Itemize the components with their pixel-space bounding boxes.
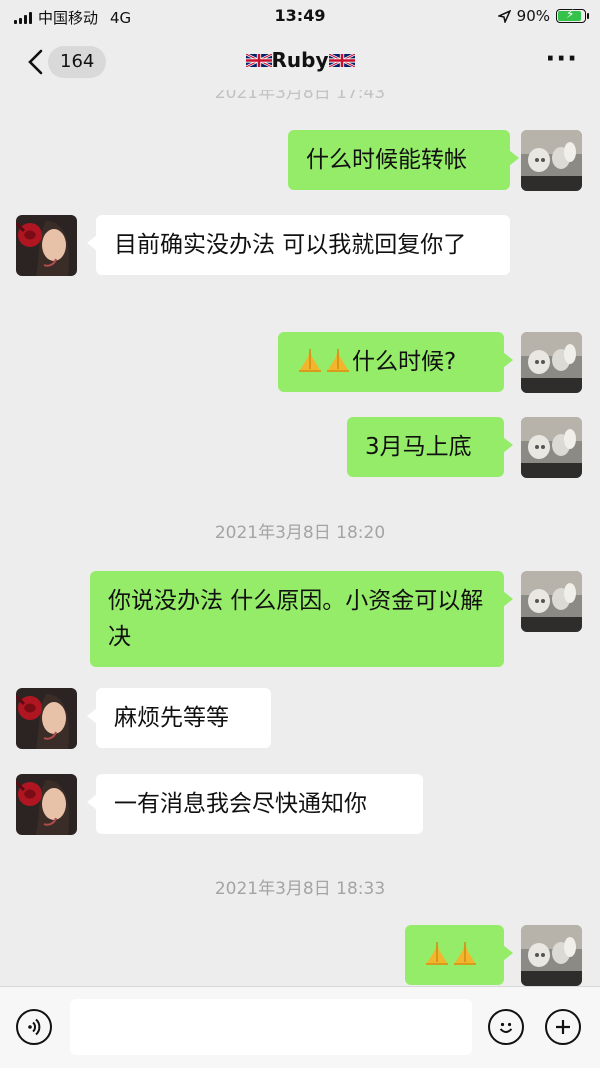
uk-flag-icon <box>246 52 272 69</box>
status-right: 90% ⚡ <box>497 7 589 25</box>
my-avatar[interactable] <box>521 130 582 191</box>
message-bubble-incoming[interactable]: 一有消息我会尽快通知你 <box>87 774 423 834</box>
ruby-avatar[interactable] <box>16 774 77 835</box>
message-bubble-incoming[interactable]: 目前确实没办法 可以我就回复你了 <box>87 215 510 275</box>
more-options-icon[interactable]: ··· <box>545 44 578 74</box>
ruby-avatar[interactable] <box>16 688 77 749</box>
my-avatar[interactable] <box>521 417 582 478</box>
input-bar <box>0 986 600 1068</box>
folded-hands-icon <box>423 938 451 966</box>
message-text: 3月马上底 <box>365 434 472 460</box>
battery-percent: 90% <box>516 7 550 25</box>
message-text: 你说没办法 什么原因。小资金可以解决 <box>108 588 484 650</box>
message-text: 什么时候能转帐 <box>306 147 467 173</box>
message-bubble-outgoing[interactable]: 3月马上底 <box>347 417 513 477</box>
message-bubble-incoming[interactable]: 麻烦先等等 <box>87 688 271 748</box>
folded-hands-icon <box>451 938 479 966</box>
add-more-icon[interactable] <box>545 1009 581 1045</box>
emoji-button-icon[interactable] <box>488 1009 524 1045</box>
folded-hands-icon <box>296 345 324 373</box>
timestamp: 2021年3月8日 18:20 <box>214 523 386 543</box>
message-bubble-outgoing[interactable]: 你说没办法 什么原因。小资金可以解决 <box>90 571 513 667</box>
folded-hands-icon <box>324 345 352 373</box>
voice-input-icon[interactable] <box>16 1009 52 1045</box>
chat-title-text: Ruby <box>271 48 329 72</box>
message-bubble-outgoing[interactable] <box>405 925 513 985</box>
message-list[interactable]: 2021年3月8日 17:43 什么时候能转帐 目前确实没办法 可以我就回复你了… <box>0 90 600 986</box>
message-text: 什么时候? <box>352 349 457 375</box>
chat-title[interactable]: Ruby <box>0 48 600 72</box>
my-avatar[interactable] <box>521 925 582 986</box>
ruby-avatar[interactable] <box>16 215 77 276</box>
message-text: 一有消息我会尽快通知你 <box>114 791 367 817</box>
battery-icon: ⚡ <box>556 7 589 23</box>
location-arrow-icon <box>497 9 511 23</box>
message-text: 目前确实没办法 可以我就回复你了 <box>114 232 467 258</box>
status-bar: 中国移动 4G 13:49 90% ⚡ <box>0 0 600 34</box>
charging-bolt-icon: ⚡ <box>566 7 575 21</box>
message-input[interactable] <box>70 999 472 1055</box>
uk-flag-icon <box>329 52 355 69</box>
message-text: 麻烦先等等 <box>114 705 229 731</box>
message-bubble-outgoing[interactable]: 什么时候? <box>278 332 513 392</box>
my-avatar[interactable] <box>521 571 582 632</box>
my-avatar[interactable] <box>521 332 582 393</box>
chat-header: 164 Ruby ··· <box>0 34 600 90</box>
message-bubble-outgoing[interactable]: 什么时候能转帐 <box>288 130 519 190</box>
timestamp: 2021年3月8日 18:33 <box>214 879 386 899</box>
timestamp: 2021年3月8日 17:43 <box>214 90 386 103</box>
